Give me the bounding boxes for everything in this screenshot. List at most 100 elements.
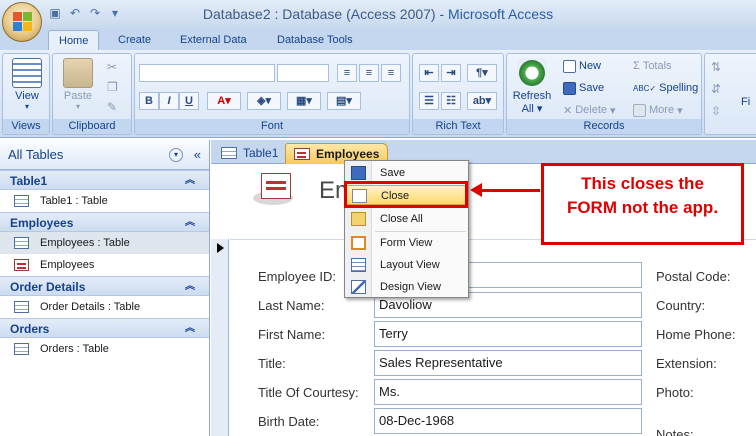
- country-label: Country:: [656, 298, 706, 313]
- refresh-button-sublabel: All ▾: [521, 103, 543, 115]
- copy-icon[interactable]: ❐: [107, 80, 118, 94]
- doc-tab-label: Table1: [243, 146, 279, 160]
- collapse-group-icon[interactable]: ︽: [185, 277, 195, 297]
- form-view-icon: [351, 236, 366, 250]
- nav-item-employees-table[interactable]: Employees : Table: [0, 232, 209, 254]
- office-logo-icon: [13, 12, 33, 32]
- refresh-all-button[interactable]: Refresh All ▾: [509, 58, 555, 115]
- employee-id-label: Employee ID:: [258, 269, 337, 284]
- first-name-field[interactable]: Terry: [374, 321, 642, 347]
- paste-dropdown-icon: ▾: [75, 102, 80, 111]
- paste-button[interactable]: Paste ▾: [59, 58, 97, 111]
- ribbon-tab-bar: Home Create External Data Database Tools: [0, 28, 756, 50]
- nav-item-table1-table[interactable]: Table1 : Table: [0, 190, 209, 212]
- decrease-indent-icon[interactable]: ⇤: [419, 64, 439, 82]
- nav-item-orders-table[interactable]: Orders : Table: [0, 338, 209, 360]
- menu-item-close-all[interactable]: Close All: [346, 209, 467, 229]
- views-group-label: Views: [3, 119, 49, 134]
- nav-group-label: Order Details: [10, 280, 86, 294]
- font-name-combo[interactable]: [139, 64, 275, 82]
- menu-item-save[interactable]: Save: [346, 163, 467, 183]
- rich-text-group-label: Rich Text: [413, 119, 503, 134]
- menu-item-form-view[interactable]: Form View: [346, 233, 467, 253]
- nav-pane-header[interactable]: All Tables ▾ «: [0, 140, 209, 170]
- doc-tab-label: Employees: [316, 147, 380, 161]
- nav-item-employees-form[interactable]: Employees: [0, 254, 209, 276]
- font-color-icon[interactable]: A▾: [207, 92, 241, 110]
- nav-item-label: Employees: [40, 259, 95, 271]
- floppy-disk-icon: [351, 166, 366, 180]
- collapse-group-icon[interactable]: ︽: [185, 171, 195, 191]
- spelling-icon: ABC✓: [633, 83, 657, 93]
- highlight-icon[interactable]: ab▾: [467, 92, 497, 110]
- view-icon: [12, 58, 42, 88]
- title-of-courtesy-field[interactable]: Ms.: [374, 379, 642, 405]
- find-button-label[interactable]: Fi: [741, 96, 750, 108]
- delete-record-button[interactable]: ✕ Delete ▾: [563, 102, 616, 118]
- tab-external-data[interactable]: External Data: [170, 30, 257, 50]
- numbering-icon[interactable]: ☷: [441, 92, 461, 110]
- italic-icon[interactable]: I: [159, 92, 179, 110]
- fill-color-icon[interactable]: ◈▾: [247, 92, 281, 110]
- cut-icon[interactable]: ✂: [107, 60, 117, 74]
- align-left-icon[interactable]: ≡: [337, 64, 357, 82]
- view-button[interactable]: View ▾: [9, 58, 45, 111]
- collapse-group-icon[interactable]: ︽: [185, 213, 195, 233]
- sort-descending-icon[interactable]: ⇵: [711, 82, 721, 96]
- font-size-combo[interactable]: [277, 64, 329, 82]
- nav-group-label: Employees: [10, 216, 74, 230]
- nav-group-orders[interactable]: Orders ︽: [0, 318, 209, 338]
- birth-date-label: Birth Date:: [258, 414, 320, 429]
- title-field[interactable]: Sales Representative: [374, 350, 642, 376]
- font-group: ≡ ≡ ≡ B I U A▾ ◈▾ ▦▾ ▤▾ Font: [134, 53, 410, 135]
- clear-sort-icon[interactable]: ⇳: [711, 104, 721, 118]
- gridlines-icon[interactable]: ▦▾: [287, 92, 321, 110]
- menu-item-label: Form View: [380, 237, 433, 249]
- nav-item-order-details-table[interactable]: Order Details : Table: [0, 296, 209, 318]
- paragraph-direction-icon[interactable]: ¶▾: [467, 64, 497, 82]
- more-button[interactable]: More ▾: [633, 102, 683, 118]
- underline-icon[interactable]: U: [179, 92, 199, 110]
- nav-group-order-details[interactable]: Order Details ︽: [0, 276, 209, 296]
- title-label: Title:: [258, 356, 286, 371]
- new-record-button[interactable]: New: [563, 58, 601, 74]
- folder-icon: [351, 212, 366, 226]
- nav-item-label: Employees : Table: [40, 237, 130, 249]
- totals-button[interactable]: Σ Totals: [633, 58, 672, 74]
- collapse-group-icon[interactable]: ︽: [185, 319, 195, 339]
- alternate-fill-icon[interactable]: ▤▾: [327, 92, 361, 110]
- doc-tab-table1[interactable]: Table1: [213, 143, 286, 164]
- window-title-document: Database2 : Database (Access 2007) -: [202, 6, 449, 22]
- tab-create[interactable]: Create: [108, 30, 161, 50]
- increase-indent-icon[interactable]: ⇥: [441, 64, 461, 82]
- bold-icon[interactable]: B: [139, 92, 159, 110]
- sort-ascending-icon[interactable]: ⇅: [711, 60, 721, 74]
- menu-item-design-view[interactable]: Design View: [346, 277, 467, 297]
- chevron-down-icon[interactable]: ▾: [169, 148, 183, 162]
- clipboard-group: Paste ▾ ✂ ❐ ✎ Clipboard: [52, 53, 132, 135]
- bullets-icon[interactable]: ☰: [419, 92, 439, 110]
- menu-item-label: Save: [380, 167, 406, 179]
- font-group-label: Font: [135, 119, 409, 134]
- delete-dropdown-icon: ▾: [610, 104, 616, 117]
- align-center-icon[interactable]: ≡: [359, 64, 379, 82]
- shutter-collapse-icon[interactable]: «: [194, 140, 201, 170]
- tab-database-tools[interactable]: Database Tools: [267, 30, 363, 50]
- menu-item-layout-view[interactable]: Layout View: [346, 255, 467, 275]
- tab-home[interactable]: Home: [48, 30, 100, 50]
- save-record-button[interactable]: Save: [563, 80, 604, 96]
- nav-group-employees[interactable]: Employees ︽: [0, 212, 209, 232]
- spelling-button[interactable]: ABC✓ Spelling: [633, 80, 698, 96]
- table-icon: [221, 147, 237, 159]
- ribbon: View ▾ Views Paste ▾ ✂ ❐ ✎ Clipboard ≡ ≡…: [0, 50, 756, 138]
- birth-date-field[interactable]: 08-Dec-1968: [374, 408, 642, 434]
- office-button[interactable]: [2, 2, 42, 42]
- postal-code-label: Postal Code:: [656, 269, 731, 284]
- annotation-arrow: [478, 189, 540, 192]
- record-selector[interactable]: [211, 239, 229, 436]
- align-right-icon[interactable]: ≡: [381, 64, 401, 82]
- format-painter-icon[interactable]: ✎: [107, 100, 117, 114]
- nav-group-label: Table1: [10, 174, 48, 188]
- records-group-label: Records: [507, 119, 701, 134]
- nav-group-table1[interactable]: Table1 ︽: [0, 170, 209, 190]
